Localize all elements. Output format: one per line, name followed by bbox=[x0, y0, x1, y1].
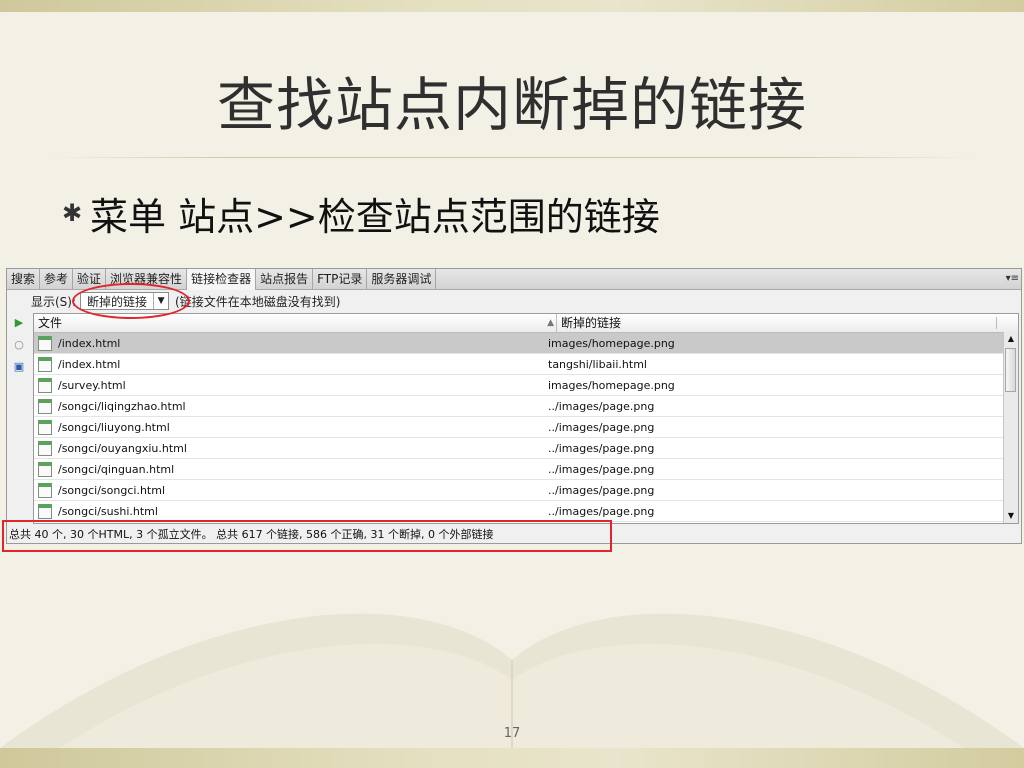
column-header-broken-link[interactable]: 断掉的链接 bbox=[556, 314, 621, 332]
run-icon[interactable]: ▶ bbox=[10, 314, 28, 332]
slide-title: 查找站点内断掉的链接 bbox=[216, 71, 807, 139]
scroll-up-icon[interactable]: ▲ bbox=[1004, 332, 1018, 346]
header-divider bbox=[996, 317, 997, 329]
table-row[interactable]: /songci/liuyong.html ../images/page.png bbox=[34, 417, 1018, 438]
file-path: /songci/qinguan.html bbox=[58, 462, 175, 476]
stop-icon[interactable]: ○ bbox=[10, 336, 28, 354]
table-row[interactable]: /songci/liqingzhao.html ../images/page.pn… bbox=[34, 396, 1018, 417]
bullet-star-icon: ✱ bbox=[62, 199, 83, 227]
broken-link-cell[interactable]: ../images/page.png bbox=[548, 484, 654, 497]
file-path: /index.html bbox=[58, 357, 121, 371]
broken-link-cell[interactable]: images/homepage.png bbox=[548, 379, 675, 392]
table-row[interactable]: /survey.html images/homepage.png bbox=[34, 375, 1018, 396]
html-file-icon bbox=[38, 398, 52, 414]
vertical-scrollbar[interactable]: ▲ ▼ bbox=[1003, 332, 1018, 523]
html-file-icon bbox=[38, 335, 52, 351]
file-cell: /songci/ouyangxiu.html bbox=[34, 440, 548, 456]
side-toolbar: ▶ ○ ▣ bbox=[8, 312, 30, 380]
background-book-art bbox=[0, 613, 1024, 748]
file-path: /songci/liqingzhao.html bbox=[58, 399, 186, 413]
bullet-text: 菜单 站点>>检查站点范围的链接 bbox=[90, 194, 660, 239]
file-path: /songci/songci.html bbox=[58, 483, 166, 497]
column-broken-label: 断掉的链接 bbox=[561, 316, 622, 330]
highlight-box-annotation bbox=[2, 520, 612, 552]
file-cell: /survey.html bbox=[34, 377, 548, 393]
highlight-oval-annotation bbox=[72, 283, 190, 319]
broken-link-cell[interactable]: ../images/page.png bbox=[548, 400, 654, 413]
table-row[interactable]: /songci/ouyangxiu.html ../images/page.png bbox=[34, 438, 1018, 459]
file-cell: /index.html bbox=[34, 356, 548, 372]
html-file-icon bbox=[38, 377, 52, 393]
broken-link-cell[interactable]: ../images/page.png bbox=[548, 505, 654, 518]
html-file-icon bbox=[38, 419, 52, 435]
html-file-icon bbox=[38, 461, 52, 477]
column-file-label: 文件 bbox=[38, 316, 63, 330]
html-file-icon bbox=[38, 503, 52, 519]
file-cell: /songci/liqingzhao.html bbox=[34, 398, 548, 414]
table-row[interactable]: /songci/sushi.html ../images/page.png bbox=[34, 501, 1018, 522]
file-path: /songci/sushi.html bbox=[58, 504, 158, 518]
file-path: /songci/liuyong.html bbox=[58, 420, 170, 434]
tab-7[interactable]: 服务器调试 bbox=[367, 269, 437, 289]
file-cell: /songci/sushi.html bbox=[34, 503, 548, 519]
filter-description: (链接文件在本地磁盘没有找到) bbox=[175, 294, 341, 309]
scroll-down-icon[interactable]: ▼ bbox=[1004, 509, 1018, 523]
bullet-item: ✱ 菜单 站点>>检查站点范围的链接 bbox=[62, 188, 660, 239]
broken-link-cell[interactable]: images/homepage.png bbox=[548, 337, 675, 350]
show-label: 显示(S): bbox=[31, 294, 77, 309]
tab-0[interactable]: 搜索 bbox=[7, 269, 41, 289]
file-cell: /songci/qinguan.html bbox=[34, 461, 548, 477]
table-row[interactable]: /index.html tangshi/libaii.html bbox=[34, 354, 1018, 375]
broken-link-cell[interactable]: tangshi/libaii.html bbox=[548, 358, 647, 371]
panel-options-icon[interactable]: ▾≡ bbox=[1006, 269, 1019, 289]
table-row[interactable]: /songci/songci.html ../images/page.png bbox=[34, 480, 1018, 501]
file-path: /index.html bbox=[58, 336, 121, 350]
file-path: /survey.html bbox=[58, 378, 126, 392]
scroll-thumb[interactable] bbox=[1005, 348, 1016, 392]
tab-5[interactable]: 站点报告 bbox=[256, 269, 314, 289]
sort-ascending-icon[interactable]: ▲ bbox=[547, 314, 554, 332]
save-report-icon[interactable]: ▣ bbox=[10, 358, 28, 376]
file-cell: /songci/songci.html bbox=[34, 482, 548, 498]
html-file-icon bbox=[38, 440, 52, 456]
table-header: 文件 ▲ 断掉的链接 bbox=[34, 314, 1018, 333]
file-cell: /index.html bbox=[34, 335, 548, 351]
broken-link-cell[interactable]: ../images/page.png bbox=[548, 442, 654, 455]
broken-link-cell[interactable]: ../images/page.png bbox=[548, 463, 654, 476]
title-divider bbox=[50, 157, 974, 158]
tab-6[interactable]: FTP记录 bbox=[313, 269, 368, 289]
top-decor-band bbox=[0, 0, 1024, 12]
table-body: /index.html images/homepage.png/index.htm… bbox=[34, 333, 1018, 522]
bottom-decor-band bbox=[0, 748, 1024, 768]
tab-1[interactable]: 参考 bbox=[40, 269, 74, 289]
table-row[interactable]: /songci/qinguan.html ../images/page.png bbox=[34, 459, 1018, 480]
html-file-icon bbox=[38, 356, 52, 372]
broken-link-cell[interactable]: ../images/page.png bbox=[548, 421, 654, 434]
table-row[interactable]: /index.html images/homepage.png bbox=[34, 333, 1018, 354]
file-path: /songci/ouyangxiu.html bbox=[58, 441, 187, 455]
broken-links-table: 文件 ▲ 断掉的链接 /index.html images/homepage.pn… bbox=[33, 313, 1019, 524]
tab-4[interactable]: 链接检查器 bbox=[187, 269, 257, 290]
file-cell: /songci/liuyong.html bbox=[34, 419, 548, 435]
page-number: 17 bbox=[503, 726, 521, 741]
html-file-icon bbox=[38, 482, 52, 498]
